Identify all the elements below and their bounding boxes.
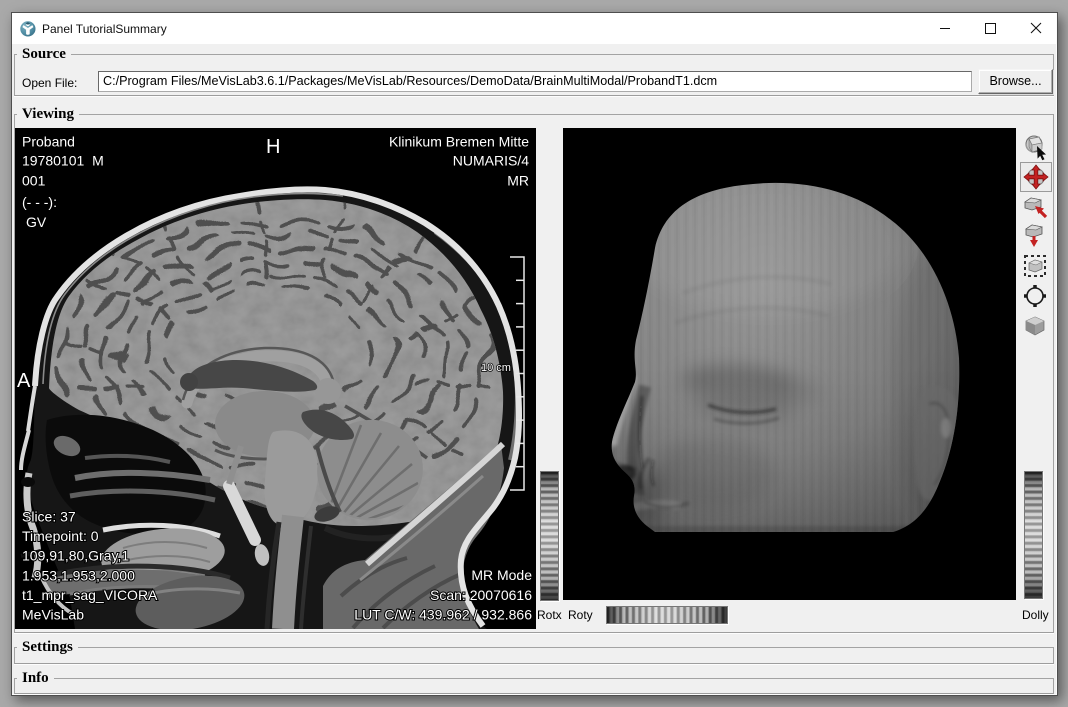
svg-text:(- - -):: (- - -): bbox=[22, 194, 57, 210]
svg-text:1.953,1.953,2.000: 1.953,1.953,2.000 bbox=[22, 567, 135, 583]
svg-text:MR Mode: MR Mode bbox=[471, 567, 532, 583]
svg-text:19780101 M: 19780101 M bbox=[22, 153, 104, 169]
svg-text:MR: MR bbox=[507, 173, 529, 189]
svg-text:001: 001 bbox=[22, 173, 46, 189]
svg-text:Scan: 20070616: Scan: 20070616 bbox=[430, 587, 532, 603]
svg-text:Klinikum Bremen Mitte: Klinikum Bremen Mitte bbox=[389, 134, 529, 150]
svg-text:H: H bbox=[266, 136, 280, 158]
svg-text:NUMARIS/4: NUMARIS/4 bbox=[453, 153, 529, 169]
svg-text:Slice: 37: Slice: 37 bbox=[22, 509, 76, 525]
svg-text:t1_mpr_sag_VICORA: t1_mpr_sag_VICORA bbox=[22, 587, 158, 603]
svg-text:Proband: Proband bbox=[22, 134, 75, 150]
svg-text:10 cm: 10 cm bbox=[481, 362, 511, 374]
svg-text:109,91,80,Gray,1: 109,91,80,Gray,1 bbox=[22, 548, 129, 564]
svg-text:MeVisLab: MeVisLab bbox=[22, 607, 84, 623]
svg-text:GV: GV bbox=[26, 214, 47, 230]
svg-text:Timepoint: 0: Timepoint: 0 bbox=[22, 528, 99, 544]
svg-text:A: A bbox=[17, 370, 31, 392]
svg-text:LUT C/W: 439.962 / 932.866: LUT C/W: 439.962 / 932.866 bbox=[354, 607, 532, 623]
